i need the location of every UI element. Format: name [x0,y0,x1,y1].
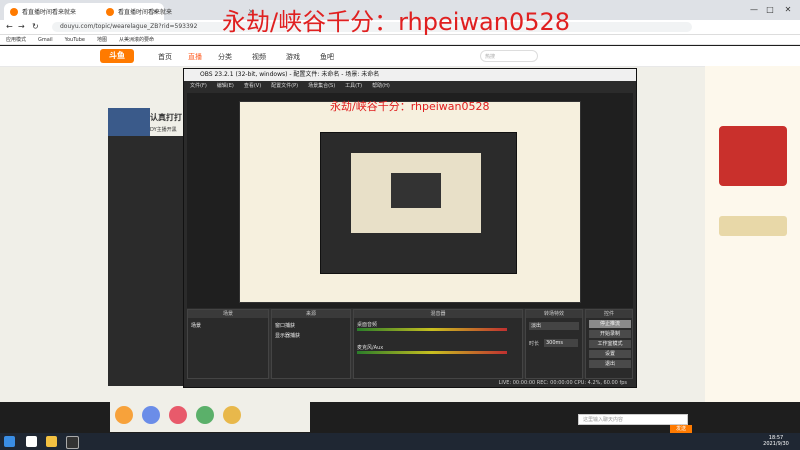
streamer-avatar[interactable] [108,108,150,138]
transition-select[interactable]: 淡出 [529,322,579,330]
maximize-button[interactable]: □ [764,4,776,16]
controls-header: 控件 [586,310,632,318]
transitions-panel: 转场特效 淡出 时长 300ms [525,309,583,379]
nav-item[interactable]: 首页 [158,52,172,62]
studio-mode-button[interactable]: 工作室模式 [589,340,631,348]
bookmark-item[interactable]: 地图 [97,36,107,43]
sources-panel: 来源 窗口捕获 显示器捕获 [271,309,351,379]
scenes-header: 场景 [188,310,268,318]
scenes-panel: 场景 场景 [187,309,269,379]
reload-icon[interactable]: ↻ [32,22,39,31]
douyu-favicon-icon [106,7,114,16]
tab-title: 看直播时间看来就来 [118,9,173,16]
menu-item[interactable]: 帮助(H) [372,81,390,91]
gift-icon[interactable] [223,406,241,424]
forward-icon[interactable]: → [18,22,25,31]
menu-item[interactable]: 文件(F) [190,81,207,91]
promo-card[interactable] [719,216,787,236]
obs-icon[interactable] [66,436,79,449]
mixer-track-label: 桌面音频 [357,322,378,328]
clock-date: 2021/9/30 [763,441,789,447]
close-window-button[interactable]: ✕ [782,4,794,16]
back-icon[interactable]: ← [6,22,13,31]
nav-item[interactable]: 分类 [218,52,232,62]
bookmark-item[interactable]: 应用模式 [6,36,26,43]
gift-bar [110,402,310,432]
menu-item[interactable]: 查看(V) [244,81,261,91]
right-sidebar [705,66,800,402]
source-item[interactable]: 显示器捕获 [275,332,300,339]
duration-input[interactable]: 300ms [544,339,578,347]
preview-capture [239,101,581,303]
nav-item[interactable]: 直播 [188,52,202,62]
douyu-top-nav: 斗鱼 首页 直播 分类 视频 游戏 鱼吧 热搜 [0,46,800,67]
event-banner[interactable] [719,126,787,186]
chrome-icon[interactable] [26,436,37,447]
menu-item[interactable]: 配置文件(P) [271,81,298,91]
nested-preview [351,153,481,233]
nav-item[interactable]: 视频 [252,52,266,62]
bookmark-item[interactable]: Gmail [38,37,53,43]
send-button[interactable]: 发送 [670,425,692,433]
sources-header: 来源 [272,310,350,318]
streamer-sub: DY主播开黑 [150,127,177,133]
windows-taskbar [0,433,800,450]
obs-window[interactable]: OBS 23.2.1 (32-bit, windows) - 配置文件: 未命名… [183,68,637,388]
exit-button[interactable]: 退出 [589,360,631,368]
gift-icon[interactable] [169,406,187,424]
mixer-header: 混音器 [354,310,522,318]
volume-meter [357,351,507,354]
obs-title-bar: OBS 23.2.1 (32-bit, windows) - 配置文件: 未命名… [184,69,636,81]
obs-dock: 场景 场景 来源 窗口捕获 显示器捕获 混音器 桌面音频 麦克风/Aux 转场特… [187,309,633,379]
stop-streaming-button[interactable]: 停止推流 [589,320,631,328]
search-input[interactable]: 热搜 [480,50,538,62]
menu-item[interactable]: 工具(T) [345,81,362,91]
minimize-button[interactable]: — [748,4,760,16]
volume-meter [357,328,507,331]
preview-watermark-text: 永劫/峡谷千分：rhpeiwan0528 [330,100,490,113]
video-player[interactable] [108,136,188,386]
windows-start-icon[interactable] [4,436,15,447]
gift-icon[interactable] [115,406,133,424]
gift-icon[interactable] [196,406,214,424]
taskbar-clock: 18:57 2021/9/30 [756,435,796,447]
settings-button[interactable]: 设置 [589,350,631,358]
obs-preview[interactable] [187,93,633,308]
watermark-text: 永劫/峡谷千分：rhpeiwan0528 [222,8,571,36]
douyu-favicon-icon [10,7,18,16]
bookmark-item[interactable]: YouTube [65,37,85,43]
controls-panel: 控件 停止推流 开始录制 工作室模式 设置 退出 [585,309,633,379]
mixer-panel: 混音器 桌面音频 麦克风/Aux [353,309,523,379]
nested-obs-capture [320,132,517,274]
obs-menu-bar: 文件(F) 编辑(E) 查看(V) 配置文件(P) 场景集合(S) 工具(T) … [184,81,636,91]
chat-input[interactable]: 这里输入聊天内容 [578,414,688,425]
duration-label: 时长 [529,341,540,347]
menu-item[interactable]: 编辑(E) [217,81,234,91]
transitions-header: 转场特效 [526,310,582,318]
nav-item[interactable]: 游戏 [286,52,300,62]
nav-item[interactable]: 鱼吧 [320,52,334,62]
nested-preview-deep [391,173,441,208]
bookmark-item[interactable]: 从美洲滚的要命 [119,36,154,43]
folder-icon[interactable] [46,436,57,447]
douyu-logo[interactable]: 斗鱼 [100,49,134,63]
tab-title: 看直播时间看来就来 [22,9,77,16]
scene-item[interactable]: 场景 [191,322,201,329]
start-recording-button[interactable]: 开始录制 [589,330,631,338]
source-item[interactable]: 窗口捕获 [275,322,295,329]
mixer-track-label: 麦克风/Aux [357,345,384,351]
gift-icon[interactable] [142,406,160,424]
menu-item[interactable]: 场景集合(S) [308,81,335,91]
streamer-title: 认真打打 [150,113,182,122]
obs-status-bar: LIVE: 00:00:00 REC: 00:00:00 CPU: 4.2%, … [498,380,627,386]
